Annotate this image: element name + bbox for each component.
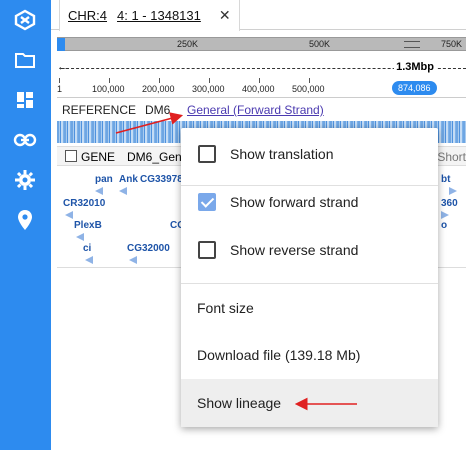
gene-arrow[interactable] [441, 211, 449, 219]
gene-arrow[interactable] [85, 256, 93, 264]
ruler-tick-mark [159, 78, 160, 83]
chromosome-overview[interactable]: 250K 500K 750K [57, 37, 466, 51]
app-root: CHR:4 4: 1 - 1348131 ✕ 250K 500K 750K ← … [0, 0, 466, 450]
menu-item-show-reverse-strand[interactable]: Show reverse strand [181, 226, 438, 274]
menu-item-label: Show reverse strand [230, 242, 359, 258]
folder-icon[interactable] [12, 47, 38, 73]
tab-range-label: 4: 1 - 1348131 [117, 8, 201, 23]
gene-arrow[interactable] [449, 187, 457, 195]
scale-bar: ← 1.3Mbp [57, 60, 466, 76]
gene-label[interactable]: CG33978 [140, 174, 183, 185]
tab-bar: CHR:4 4: 1 - 1348131 ✕ [51, 0, 466, 31]
overview-tick: 500K [309, 39, 331, 49]
gene-label[interactable]: pan [95, 174, 113, 185]
position-badge: 874,086 [392, 81, 437, 95]
reference-assembly: DM6 [145, 103, 171, 117]
menu-item-label: Font size [197, 300, 254, 316]
scale-span-label: 1.3Mbp [394, 61, 436, 73]
close-icon[interactable]: ✕ [219, 7, 231, 24]
overview-grip-icon[interactable] [404, 41, 420, 48]
tab-chromosome-label: CHR:4 [68, 8, 108, 23]
arrow-left-icon: ← [57, 61, 68, 73]
app-logo-icon[interactable] [12, 7, 38, 33]
position-ruler[interactable]: 1 100,000 200,000 300,000 400,000 500,00… [57, 78, 466, 98]
menu-item-label: Download file (139.18 Mb) [197, 347, 361, 363]
gene-arrow[interactable] [95, 187, 103, 195]
ruler-tick-label: 500,000 [292, 84, 325, 94]
menu-item-download-file[interactable]: Download file (139.18 Mb) [181, 331, 438, 379]
menu-item-show-translation[interactable]: Show translation [181, 130, 438, 178]
gene-label[interactable]: ci [83, 243, 91, 254]
ruler-tick-mark [209, 78, 210, 83]
gene-arrow[interactable] [119, 187, 127, 195]
menu-item-show-lineage[interactable]: Show lineage [181, 379, 438, 427]
gene-label[interactable]: o [441, 220, 447, 231]
link-icon[interactable] [12, 127, 38, 153]
gene-label[interactable]: Ank [119, 174, 138, 185]
gene-label[interactable]: bt [441, 174, 450, 185]
show-forward-strand-checkbox[interactable] [198, 193, 216, 211]
ruler-tick-label: 200,000 [142, 84, 175, 94]
tab-chromosome[interactable]: CHR:4 4: 1 - 1348131 ✕ [59, 0, 240, 31]
gene-track-label: GENE [81, 150, 116, 164]
reference-label: REFERENCE [62, 103, 137, 117]
gene-label[interactable]: 360 [441, 198, 458, 209]
menu-item-label: Show forward strand [230, 194, 359, 210]
menu-item-label: Show translation [230, 146, 334, 162]
show-translation-checkbox[interactable] [198, 145, 216, 163]
ruler-tick-mark [259, 78, 260, 83]
reference-strand-link[interactable]: General (Forward Strand) [187, 103, 324, 117]
side-rail [0, 0, 51, 450]
gene-track-name: DM6_Gen [127, 150, 182, 164]
overview-tick: 750K [441, 39, 463, 49]
ruler-tick-label: 400,000 [242, 84, 275, 94]
reference-track-header: REFERENCE DM6 General (Forward Strand) [57, 101, 466, 119]
gear-icon[interactable] [12, 167, 38, 193]
gene-label[interactable]: CG32000 [127, 243, 170, 254]
gene-label[interactable]: CR32010 [63, 198, 105, 209]
ruler-tick-mark [59, 78, 60, 83]
gene-track-right-label[interactable]: Short [437, 150, 466, 164]
track-options-menu: Show translation Show forward strand Sho… [181, 128, 438, 427]
gene-label[interactable]: PlexB [74, 220, 102, 231]
ruler-tick-label: 300,000 [192, 84, 225, 94]
menu-item-font-size[interactable]: Font size [181, 284, 438, 332]
gene-track-checkbox[interactable] [65, 150, 77, 162]
ruler-tick-label: 100,000 [92, 84, 125, 94]
ruler-tick-mark [309, 78, 310, 83]
menu-item-show-forward-strand[interactable]: Show forward strand [181, 178, 438, 226]
gene-arrow[interactable] [129, 256, 137, 264]
gene-arrow[interactable] [65, 211, 73, 219]
show-reverse-strand-checkbox[interactable] [198, 241, 216, 259]
gene-arrow[interactable] [76, 233, 84, 241]
ruler-tick-label: 1 [57, 84, 63, 94]
location-pin-icon[interactable] [12, 207, 38, 233]
ruler-tick-mark [109, 78, 110, 83]
menu-item-label: Show lineage [197, 395, 282, 411]
dashboard-icon[interactable] [12, 87, 38, 113]
overview-tick: 250K [177, 39, 199, 49]
overview-selection-handle[interactable] [57, 38, 65, 51]
